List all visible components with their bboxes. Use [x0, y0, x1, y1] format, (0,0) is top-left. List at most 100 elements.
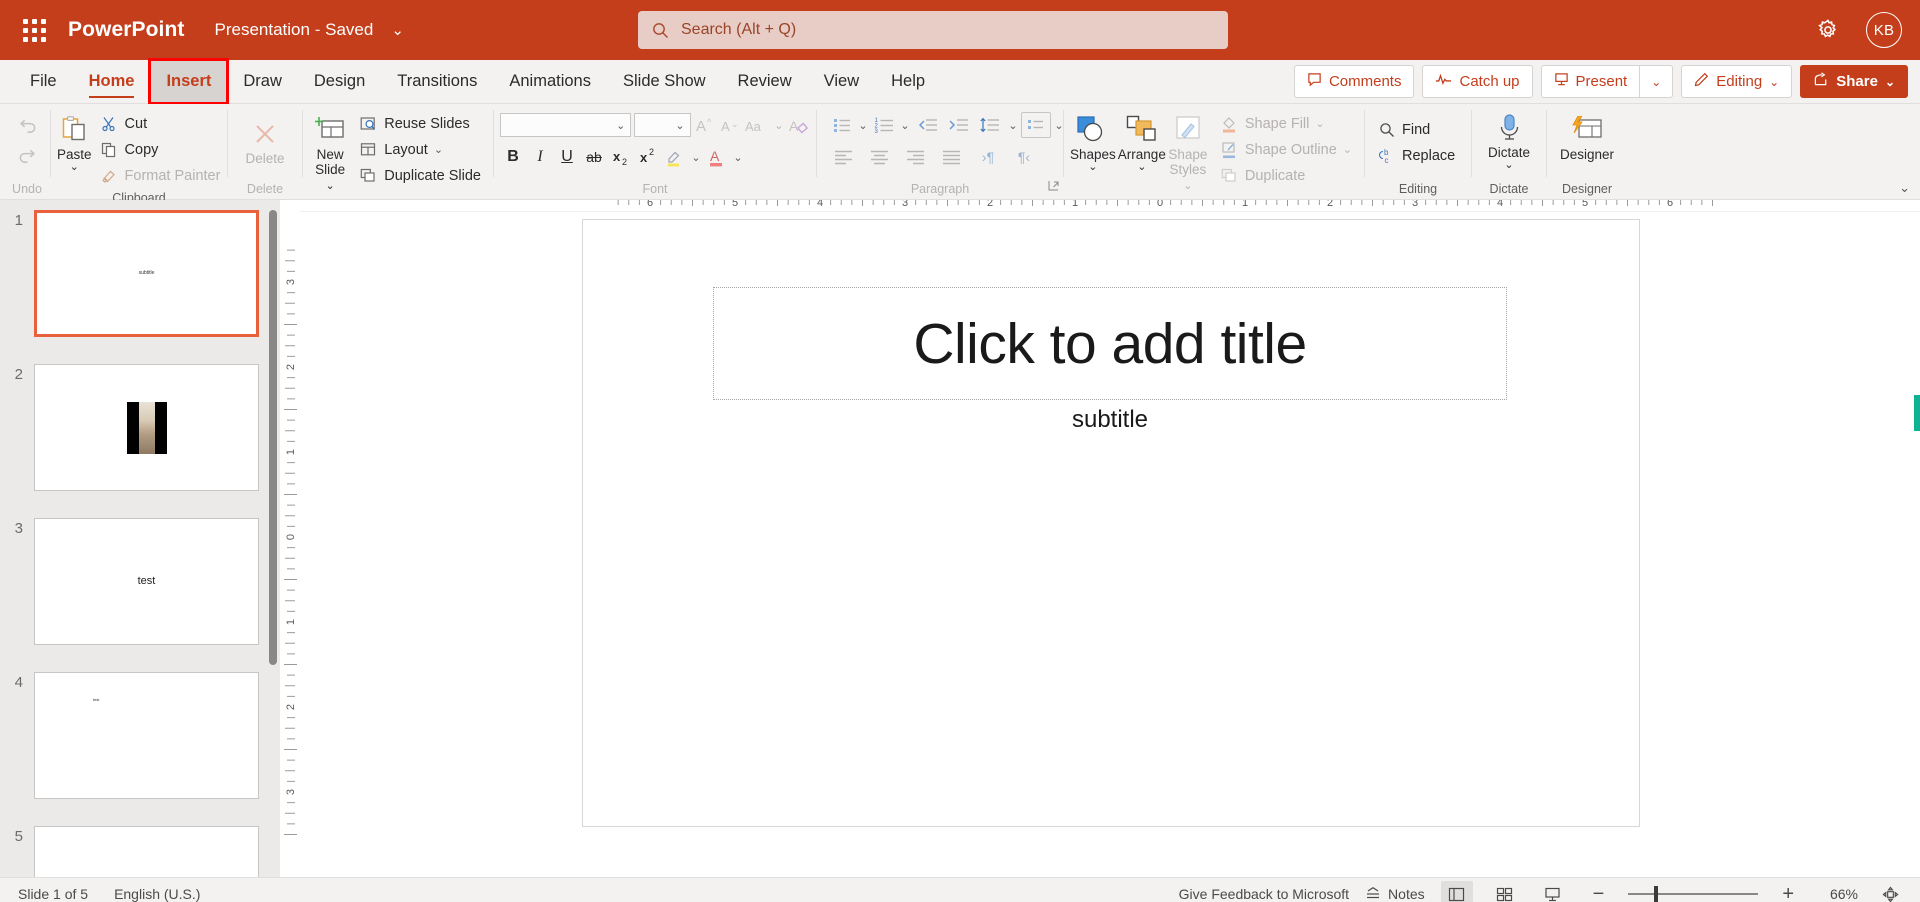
shapes-button[interactable]: Shapes ⌄	[1070, 110, 1116, 176]
vertical-ruler[interactable]: 3 2 1 0 1 2 3	[280, 212, 302, 877]
zoom-in-button[interactable]: +	[1774, 884, 1802, 902]
editing-mode-button[interactable]: Editing ⌄	[1681, 65, 1793, 98]
tab-transitions[interactable]: Transitions	[381, 60, 493, 103]
reuse-slides-button[interactable]: Reuse Slides	[353, 111, 487, 136]
app-launcher-icon[interactable]	[10, 18, 58, 42]
arrange-button[interactable]: Arrange ⌄	[1118, 110, 1166, 176]
line-spacing-icon[interactable]	[975, 112, 1005, 138]
gear-icon[interactable]	[1816, 18, 1840, 42]
fit-to-window-button[interactable]	[1874, 881, 1906, 902]
tab-help[interactable]: Help	[875, 60, 941, 103]
font-color-icon[interactable]: A	[704, 144, 730, 170]
avatar[interactable]: KB	[1866, 12, 1902, 48]
delete-slide-button[interactable]: Delete	[234, 114, 296, 169]
format-painter-button[interactable]: Format Painter	[94, 163, 227, 188]
tab-insert[interactable]: Insert	[148, 58, 230, 105]
subscript-button[interactable]: x2	[608, 144, 634, 170]
replace-button[interactable]: bc Replace	[1371, 143, 1461, 168]
thumbnail-scrollbar[interactable]	[266, 200, 280, 877]
slide-thumbnail-3[interactable]: test	[34, 518, 259, 645]
title-placeholder[interactable]: Click to add title	[713, 287, 1507, 400]
present-dropdown-button[interactable]: ⌄	[1639, 65, 1674, 98]
tab-view[interactable]: View	[808, 60, 875, 103]
slide-thumbnail-2[interactable]	[34, 364, 259, 491]
reading-view-button[interactable]	[1537, 881, 1569, 902]
align-left-icon[interactable]	[829, 144, 859, 170]
superscript-button[interactable]: x2	[635, 144, 661, 170]
underline-button[interactable]: U	[554, 144, 580, 170]
language-indicator[interactable]: English (U.S.)	[114, 886, 200, 902]
chevron-down-icon[interactable]: ⌄	[731, 144, 745, 170]
collapse-ribbon-button[interactable]: ⌄	[1899, 180, 1910, 196]
duplicate-shape-button[interactable]: Duplicate	[1214, 163, 1358, 188]
copy-button[interactable]: Copy	[94, 137, 227, 162]
text-highlight-color-icon[interactable]	[662, 144, 688, 170]
decrease-indent-icon[interactable]	[913, 112, 943, 138]
comments-button[interactable]: Comments	[1293, 65, 1415, 98]
duplicate-slide-button[interactable]: Duplicate Slide	[353, 163, 487, 188]
paste-button[interactable]: Paste ⌄	[57, 110, 92, 176]
document-title[interactable]: Presentation - Saved	[215, 20, 374, 40]
align-center-icon[interactable]	[865, 144, 895, 170]
share-button[interactable]: Share ⌄	[1800, 65, 1908, 98]
font-size-combo[interactable]: ⌄	[634, 113, 691, 137]
dictate-button[interactable]: Dictate ⌄	[1478, 108, 1540, 174]
tab-file[interactable]: File	[14, 60, 73, 103]
find-button[interactable]: Find	[1371, 117, 1461, 142]
zoom-slider[interactable]	[1628, 886, 1759, 902]
zoom-out-button[interactable]: −	[1585, 884, 1613, 902]
list-format-icon[interactable]	[1021, 112, 1051, 138]
font-name-combo[interactable]: ⌄	[500, 113, 632, 137]
tab-design[interactable]: Design	[298, 60, 381, 103]
shape-outline-button[interactable]: Shape Outline ⌄	[1214, 137, 1358, 162]
redo-icon[interactable]	[14, 142, 40, 168]
subtitle-textbox[interactable]: subtitle	[713, 406, 1507, 434]
bold-button[interactable]: B	[500, 144, 526, 170]
numbering-icon[interactable]: 123	[871, 112, 897, 138]
feedback-link[interactable]: Give Feedback to Microsoft	[1179, 886, 1349, 902]
grow-font-icon[interactable]: A ^	[694, 112, 716, 138]
chevron-down-icon[interactable]: ⌄	[856, 112, 870, 138]
bullets-icon[interactable]	[829, 112, 855, 138]
change-case-icon[interactable]: Aa	[744, 112, 770, 138]
designer-button[interactable]: Designer	[1553, 110, 1621, 165]
search-input[interactable]	[681, 21, 1214, 39]
ltr-text-direction-icon[interactable]: ›¶	[973, 144, 1003, 170]
horizontal-ruler[interactable]: 6 5 4 3 2 1 0 1 2 3 4 5 6	[280, 200, 1920, 212]
catch-up-button[interactable]: Catch up	[1422, 65, 1533, 98]
tab-slide-show[interactable]: Slide Show	[607, 60, 722, 103]
chevron-down-icon[interactable]: ⌄	[773, 112, 785, 138]
chevron-down-icon[interactable]: ⌄	[1006, 112, 1020, 138]
current-slide[interactable]: Click to add title subtitle	[582, 219, 1640, 827]
present-button[interactable]: Present	[1540, 65, 1640, 98]
italic-button[interactable]: I	[527, 144, 553, 170]
layout-button[interactable]: Layout ⌄	[353, 137, 487, 162]
tab-animations[interactable]: Animations	[493, 60, 607, 103]
cut-button[interactable]: Cut	[94, 111, 227, 136]
notes-button[interactable]: Notes	[1365, 886, 1425, 902]
normal-view-button[interactable]	[1440, 881, 1473, 902]
zoom-slider-knob[interactable]	[1654, 886, 1659, 902]
slide-thumbnail-5[interactable]	[34, 826, 259, 877]
strikethrough-button[interactable]: ab	[581, 144, 607, 170]
clear-formatting-icon[interactable]: A	[788, 112, 810, 138]
chevron-down-icon[interactable]: ⌄	[898, 112, 912, 138]
tab-home[interactable]: Home	[73, 60, 151, 103]
chevron-down-icon[interactable]: ⌄	[391, 21, 404, 39]
increase-indent-icon[interactable]	[944, 112, 974, 138]
slide-thumbnail-1[interactable]: subtitle	[34, 210, 259, 337]
tab-review[interactable]: Review	[722, 60, 808, 103]
align-right-icon[interactable]	[901, 144, 931, 170]
undo-icon[interactable]	[14, 112, 40, 138]
shrink-font-icon[interactable]: A ⌄	[719, 112, 741, 138]
new-slide-button[interactable]: New Slide ⌄	[309, 110, 351, 197]
rtl-text-direction-icon[interactable]: ¶‹	[1009, 144, 1039, 170]
shape-styles-button[interactable]: Shape Styles ⌄	[1168, 110, 1208, 197]
shape-fill-button[interactable]: Shape Fill ⌄	[1214, 111, 1358, 136]
slide-sorter-button[interactable]	[1489, 881, 1521, 902]
tab-draw[interactable]: Draw	[227, 60, 298, 103]
thumbnail-scrollbar-thumb[interactable]	[269, 210, 277, 665]
paragraph-dialog-launcher[interactable]	[1048, 178, 1059, 196]
search-box[interactable]	[638, 11, 1228, 49]
justify-icon[interactable]	[937, 144, 967, 170]
